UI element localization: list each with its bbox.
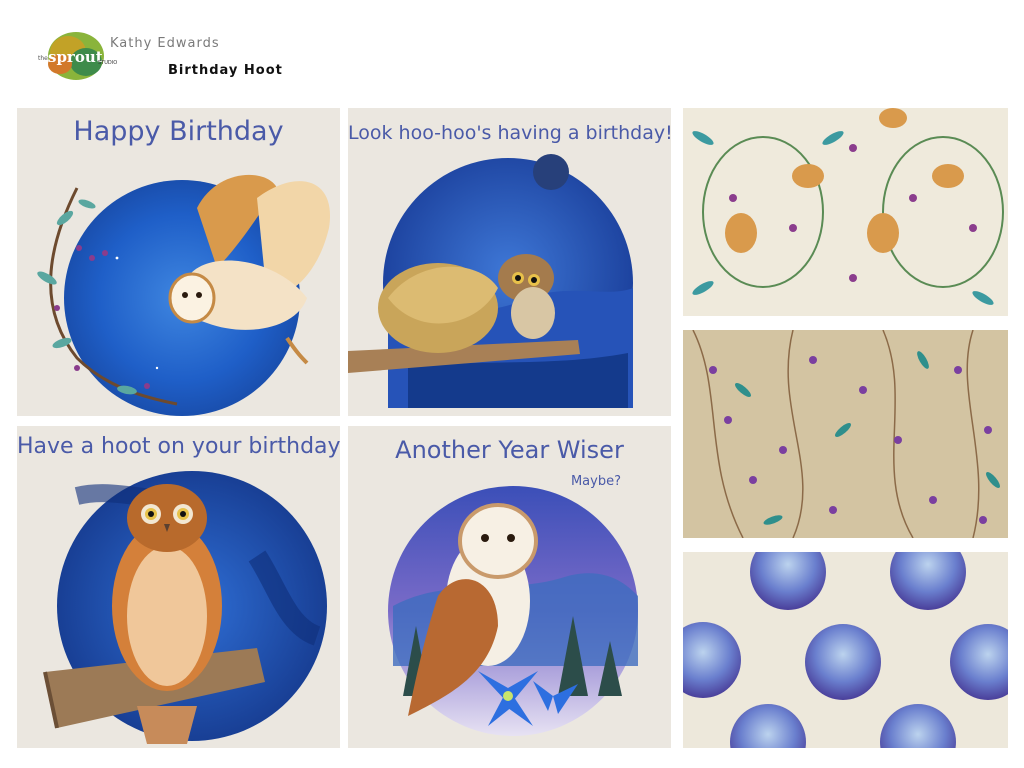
- card-have-a-hoot: Have a hoot on your birthday: [17, 426, 340, 748]
- pattern-owl-damask: [683, 108, 1008, 316]
- card-happy-birthday: Happy Birthday: [17, 108, 340, 416]
- card-another-year-wiser: Another Year Wiser Maybe?: [348, 426, 671, 748]
- moon-circle-pattern-art: [683, 552, 1008, 748]
- barn-owl-flying-illustration: [37, 174, 331, 416]
- header: the sprout STUDIO Kathy Edwards Birthday…: [0, 0, 1024, 100]
- collection-title: Birthday Hoot: [168, 63, 283, 78]
- pattern-moon-circles: [683, 552, 1008, 748]
- pattern-blossom-vines: [683, 330, 1008, 538]
- logo-prefix: the: [38, 55, 48, 62]
- sprout-studio-logo: the sprout STUDIO: [30, 28, 122, 84]
- owl-damask-pattern-art: [692, 108, 1004, 305]
- boobook-owl-on-log-illustration: [43, 471, 327, 744]
- card-hoo-hoo-birthday: Look hoo-hoo's having a birthday!: [348, 108, 671, 416]
- logo-subtext: STUDIO: [98, 60, 117, 66]
- blossom-vine-pattern-art: [692, 330, 1000, 538]
- artist-name: Kathy Edwards: [110, 36, 220, 51]
- two-owls-on-branch-illustration: [348, 154, 633, 408]
- logo-text: sprout: [48, 48, 103, 66]
- barn-owl-poinsettia-illustration: [388, 486, 638, 736]
